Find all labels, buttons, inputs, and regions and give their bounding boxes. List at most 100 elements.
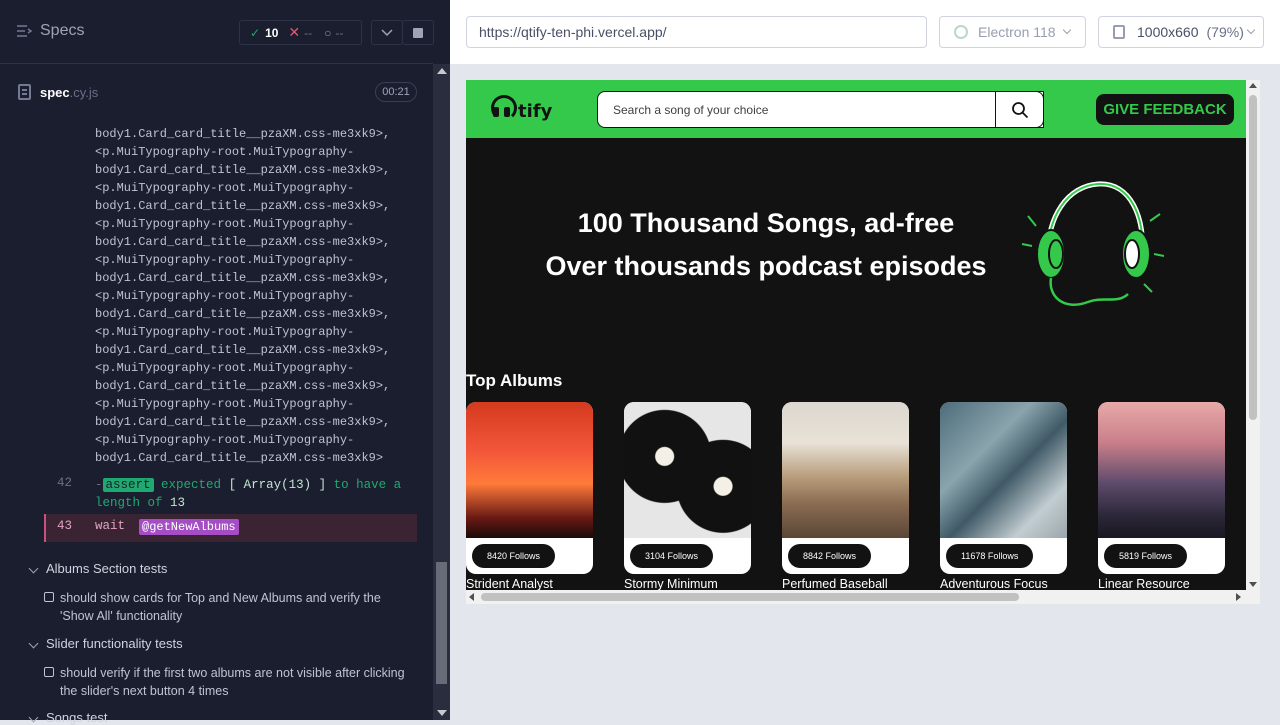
wait-command: wait	[95, 519, 126, 533]
test-status-icon	[44, 667, 54, 677]
logo-text: tify	[518, 101, 553, 122]
log-line: <p.MuiTypography-root.MuiTypography-	[95, 181, 355, 195]
stop-button[interactable]	[402, 20, 434, 45]
log-line: body1.Card_card_title__pzaXM.css-me3xk9>…	[95, 271, 391, 285]
viewport-scale: (79%)	[1206, 24, 1244, 40]
scroll-up-icon[interactable]	[1249, 83, 1257, 88]
expand-button[interactable]	[371, 20, 403, 45]
follows-chip: 5819 Follows	[1104, 544, 1188, 568]
viewport-selector[interactable]: 1000x660 (79%)	[1098, 16, 1264, 48]
chevron-down-icon	[1246, 25, 1256, 35]
album-card[interactable]: 8420 Follows Strident Analyst	[466, 402, 593, 591]
command-assert[interactable]: 42 - assert expected [ Array(13) ] to hav…	[44, 472, 417, 512]
pending-count: --	[335, 25, 344, 40]
hero-headline-2: Over thousands podcast episodes	[545, 251, 987, 281]
browser-label: Electron 118	[978, 24, 1056, 40]
spec-name-text: spec	[40, 85, 70, 100]
assert-value-2: 13	[170, 496, 186, 510]
headphones-logo-icon	[490, 94, 517, 121]
suite-title: Songs test	[46, 710, 108, 725]
log-line: body1.Card_card_title__pzaXM.css-me3xk9>…	[95, 307, 391, 321]
scrollbar-thumb[interactable]	[436, 562, 447, 684]
specs-label: Specs	[40, 22, 85, 39]
assert-text: expected	[161, 478, 222, 492]
album-image	[940, 402, 1067, 538]
aut-vertical-scrollbar[interactable]	[1246, 80, 1260, 590]
hero-section: 100 Thousand Songs, ad-free Over thousan…	[466, 138, 1246, 358]
log-line: body1.Card_card_title__pzaXM.css-me3xk9>…	[95, 235, 391, 249]
album-image	[466, 402, 593, 538]
album-cover: 11678 Follows	[940, 402, 1067, 574]
follows-chip: 11678 Follows	[946, 544, 1034, 568]
command-wait[interactable]: 43 wait @getNewAlbums	[44, 514, 417, 542]
aut-header: https://qtify-ten-phi.vercel.app/ Electr…	[450, 0, 1280, 64]
scroll-up-icon[interactable]	[437, 68, 447, 74]
assert-dash: -	[95, 478, 103, 492]
assert-message: - assert expected [ Array(13) ] to have a…	[95, 476, 415, 512]
log-line: body1.Card_card_title__pzaXM.css-me3xk9>	[95, 451, 384, 465]
url-bar[interactable]: https://qtify-ten-phi.vercel.app/	[466, 16, 927, 48]
chevron-down-icon	[28, 638, 39, 649]
search-icon	[1011, 101, 1028, 118]
top-albums-title: Top Albums	[466, 371, 563, 390]
album-card[interactable]: 11678 Follows Adventurous Focus	[940, 402, 1067, 591]
scroll-down-icon[interactable]	[1249, 582, 1257, 587]
viewport-size: 1000x660	[1137, 24, 1199, 40]
reporter-scrollbar[interactable]	[433, 64, 450, 720]
album-cover: 8842 Follows	[782, 402, 909, 574]
test-title: should verify if the first two albums ar…	[60, 666, 405, 698]
log-line: body1.Card_card_title__pzaXM.css-me3xk9>…	[95, 415, 391, 429]
scroll-left-icon[interactable]	[469, 593, 474, 601]
pending-icon: ○	[324, 25, 332, 40]
chevron-down-icon	[28, 712, 39, 723]
failed-count: --	[304, 25, 313, 40]
log-line: <p.MuiTypography-root.MuiTypography-	[95, 289, 355, 303]
chevron-down-icon	[28, 563, 39, 574]
log-line: <p.MuiTypography-root.MuiTypography-	[95, 217, 355, 231]
aut-iframe: tify Search a song of your choice GIVE F…	[466, 80, 1260, 604]
scroll-right-icon[interactable]	[1236, 593, 1241, 601]
album-card[interactable]: 3104 Follows Stormy Minimum	[624, 402, 751, 591]
reporter-header: Specs ✓ 10 ✕ -- ○ --	[0, 0, 434, 64]
hero-headline-1: 100 Thousand Songs, ad-free	[577, 208, 955, 238]
search-input[interactable]: Search a song of your choice	[597, 91, 1044, 128]
viewport-icon	[1113, 25, 1125, 39]
check-icon: ✓	[250, 25, 261, 40]
log-line: body1.Card_card_title__pzaXM.css-me3xk9>…	[95, 163, 391, 177]
test-title: should show cards for Top and New Albums…	[60, 591, 381, 623]
give-feedback-button[interactable]: GIVE FEEDBACK	[1096, 94, 1234, 125]
qtify-logo[interactable]: tify	[490, 93, 552, 122]
file-icon	[18, 84, 31, 100]
album-title: Adventurous Focus	[940, 577, 1048, 591]
chevron-down-icon	[381, 28, 393, 36]
follows-chip: 8420 Follows	[472, 544, 556, 568]
x-icon: ✕	[288, 24, 301, 40]
album-card[interactable]: 5819 Follows Linear Resource	[1098, 402, 1225, 591]
album-cover: 8420 Follows	[466, 402, 593, 574]
log-line: <p.MuiTypography-root.MuiTypography-	[95, 145, 355, 159]
menu-icon	[17, 25, 32, 37]
log-line: body1.Card_card_title__pzaXM.css-me3xk9>…	[95, 379, 391, 393]
scrollbar-thumb[interactable]	[481, 593, 1019, 601]
spec-file-row[interactable]: spec.cy.js 00:21	[0, 73, 433, 111]
stop-icon	[413, 27, 423, 38]
assert-text-3: length of	[95, 496, 163, 510]
browser-selector[interactable]: Electron 118	[939, 16, 1086, 48]
album-title: Stormy Minimum	[624, 577, 718, 591]
passed-count: 10	[265, 25, 279, 40]
scrollbar-thumb[interactable]	[1249, 95, 1257, 420]
specs-button[interactable]: Specs	[16, 22, 84, 40]
log-line: <p.MuiTypography-root.MuiTypography-	[95, 433, 355, 447]
scroll-down-icon[interactable]	[437, 710, 447, 716]
album-image	[624, 402, 751, 538]
aut-horizontal-scrollbar[interactable]	[466, 590, 1260, 604]
album-image	[1098, 402, 1225, 538]
log-line: <p.MuiTypography-root.MuiTypography-	[95, 397, 355, 411]
log-line: body1.Card_card_title__pzaXM.css-me3xk9>…	[95, 199, 391, 213]
test-status-icon	[44, 592, 54, 602]
follows-chip: 3104 Follows	[630, 544, 714, 568]
search-button[interactable]	[995, 91, 1044, 128]
album-card[interactable]: 8842 Follows Perfumed Baseball	[782, 402, 909, 591]
follows-chip: 8842 Follows	[788, 544, 872, 568]
app-navbar: tify Search a song of your choice GIVE F…	[466, 80, 1246, 138]
